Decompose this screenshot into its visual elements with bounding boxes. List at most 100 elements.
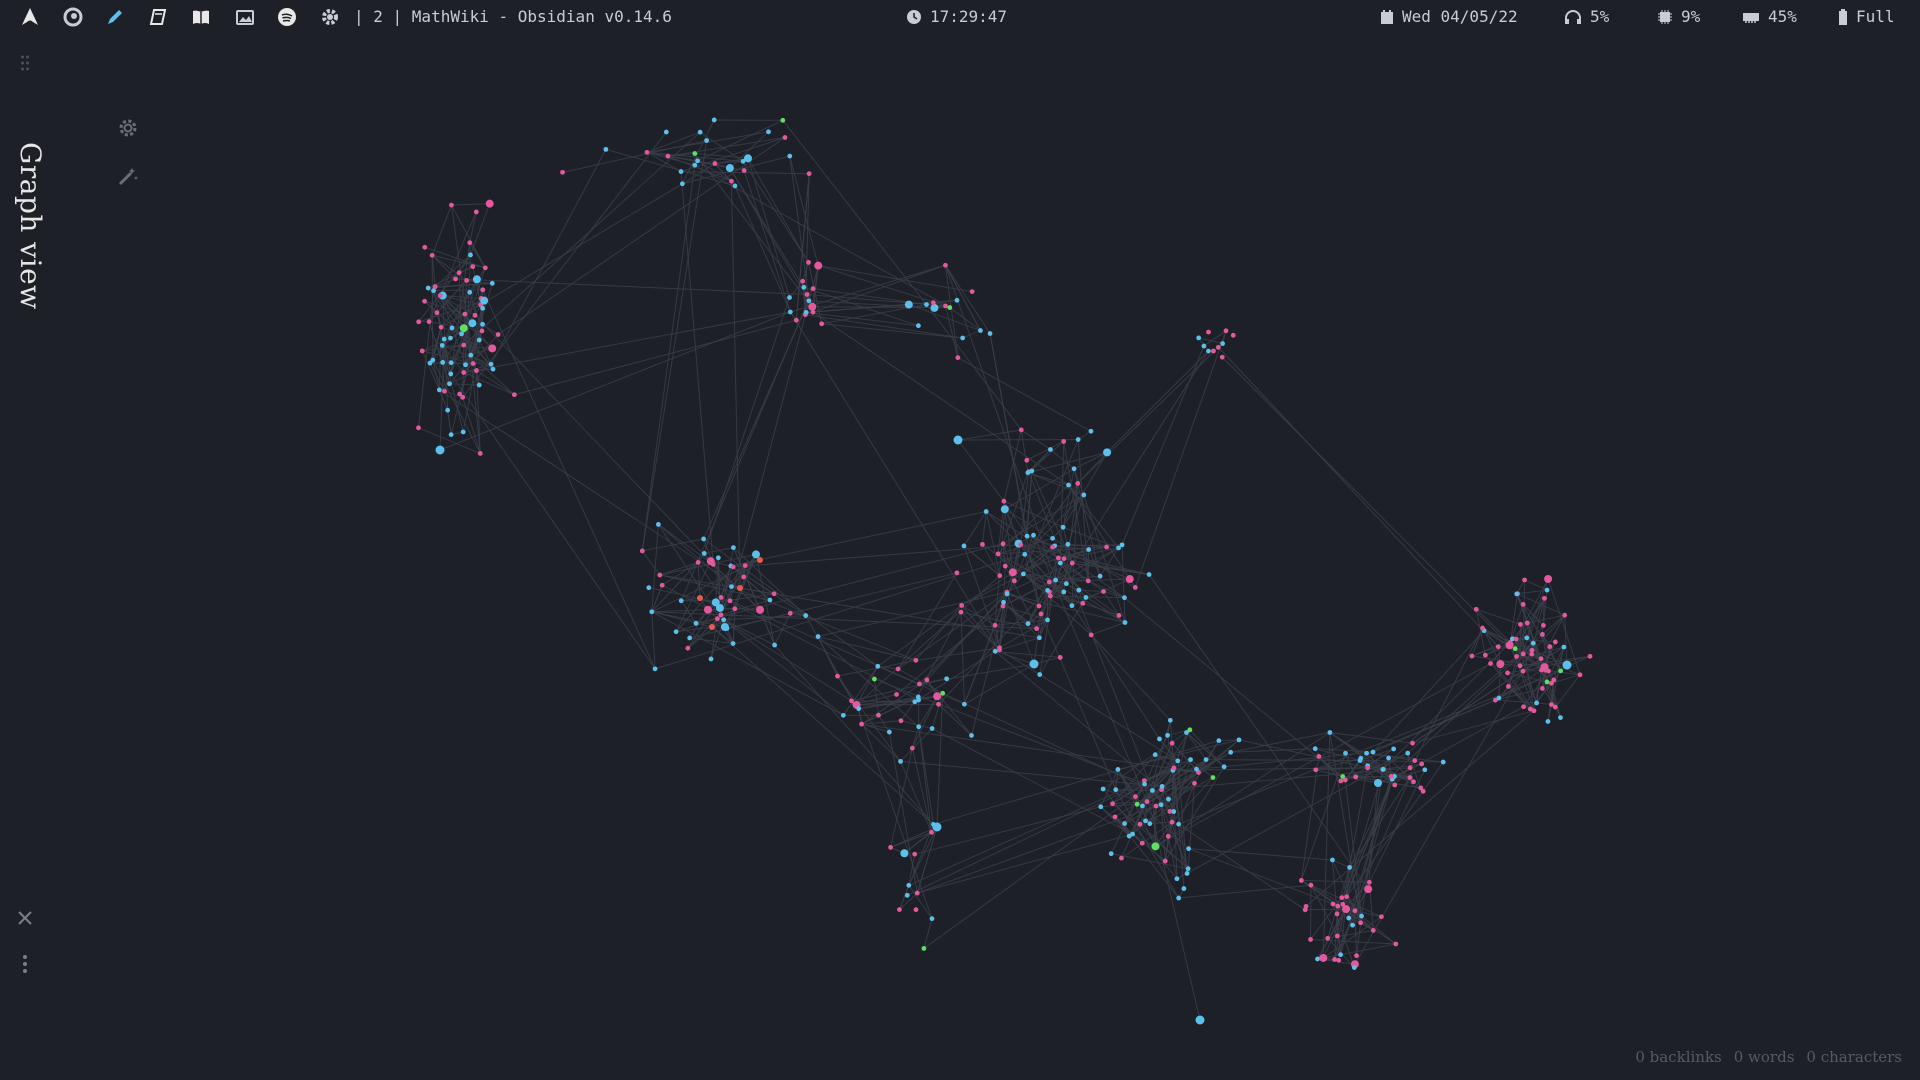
graph-node[interactable] [1517,663,1523,669]
more-options-icon[interactable] [11,950,39,978]
graph-node[interactable] [1373,778,1382,787]
graph-node[interactable] [473,209,479,215]
graph-node[interactable] [1101,589,1106,594]
graph-node[interactable] [1004,591,1010,597]
graph-node[interactable] [947,305,953,310]
graph-node[interactable] [731,545,736,550]
graph-node[interactable] [906,882,912,888]
graph-node[interactable] [474,368,479,373]
graph-node[interactable] [718,612,724,618]
graph-node[interactable] [1036,603,1042,609]
graph-node[interactable] [476,337,482,343]
graph-node[interactable] [422,244,428,250]
graph-node[interactable] [959,603,965,608]
graph-node[interactable] [958,609,964,615]
graph-node[interactable] [711,598,720,607]
graph-node[interactable] [1174,876,1180,882]
graph-node[interactable] [849,698,854,704]
graph-node[interactable] [895,666,901,672]
graph-node[interactable] [997,647,1002,653]
book-icon[interactable] [147,6,169,28]
graph-node[interactable] [772,642,777,648]
graph-node[interactable] [479,328,485,334]
graph-node[interactable] [1080,600,1086,606]
graph-node[interactable] [701,551,707,556]
graph-node[interactable] [1126,833,1132,839]
graph-node[interactable] [804,292,810,297]
graph-node[interactable] [915,323,921,329]
graph-node[interactable] [1544,679,1550,685]
graph-node[interactable] [1562,612,1568,618]
drag-handle-icon[interactable] [11,49,39,77]
graph-node[interactable] [1552,639,1558,645]
graph-node[interactable] [932,822,942,832]
graph-node[interactable] [426,319,432,325]
graph-node[interactable] [930,300,936,306]
graph-node[interactable] [461,342,467,348]
graph-node[interactable] [1342,777,1348,783]
graph-node[interactable] [439,343,445,348]
graph-node[interactable] [489,280,495,286]
graph-node[interactable] [695,559,701,565]
graph-node[interactable] [1220,341,1226,346]
graph-node[interactable] [1061,439,1067,444]
graph-node[interactable] [467,289,473,295]
graph-node[interactable] [1521,704,1526,710]
graph-node[interactable] [1000,505,1009,514]
graph-node[interactable] [954,570,960,576]
graph-node[interactable] [1122,595,1127,601]
graph-node[interactable] [894,692,899,697]
graph-node[interactable] [427,360,433,366]
graph-node[interactable] [459,331,464,337]
graph-node[interactable] [737,585,743,591]
graph-node[interactable] [1544,574,1553,583]
graph-node[interactable] [1075,481,1081,486]
graph-node[interactable] [936,701,941,707]
graph-node[interactable] [1167,809,1173,814]
graph-node[interactable] [441,336,447,342]
graph-node[interactable] [1018,427,1024,433]
graph-node[interactable] [449,202,454,208]
graph-node[interactable] [1206,329,1211,335]
graph-node[interactable] [1024,533,1030,539]
graph-node[interactable] [969,289,975,294]
graph-node[interactable] [1308,882,1314,888]
graph-node[interactable] [1548,680,1554,686]
graph-node[interactable] [1085,578,1091,584]
graph-node[interactable] [914,890,920,896]
graph-node[interactable] [1184,871,1190,876]
graph-node[interactable] [692,151,698,156]
graph-node[interactable] [1008,568,1017,577]
graph-node[interactable] [793,317,799,323]
graph-node[interactable] [649,609,655,615]
graph-node[interactable] [1496,660,1505,669]
spotify-icon[interactable] [276,6,298,28]
graph-node[interactable] [1122,821,1127,826]
graph-node[interactable] [1139,840,1145,846]
graph-node[interactable] [924,302,929,307]
graph-node[interactable] [1332,957,1338,962]
graph-node[interactable] [438,324,444,330]
graph-node[interactable] [1405,750,1411,756]
graph-node[interactable] [1558,668,1564,674]
graph-node[interactable] [1195,1015,1205,1025]
graph-node[interactable] [1158,802,1164,808]
graph-node[interactable] [1132,584,1138,590]
graph-node[interactable] [787,295,792,300]
graph-node[interactable] [490,366,496,372]
graph-node[interactable] [1529,647,1535,653]
graph-node[interactable] [1302,907,1308,913]
graph-node[interactable] [1001,498,1007,504]
graph-node[interactable] [461,370,467,375]
graph-node[interactable] [457,391,463,397]
graph-node[interactable] [1181,886,1187,891]
graph-node[interactable] [468,352,474,358]
graph-node[interactable] [814,261,823,270]
graph-node[interactable] [808,302,817,311]
graph-node[interactable] [992,622,998,628]
graph-node[interactable] [1228,749,1234,755]
graph-node[interactable] [1103,448,1112,457]
graph-node[interactable] [810,309,816,315]
graph-node[interactable] [459,324,468,333]
graph-node[interactable] [1325,935,1331,941]
